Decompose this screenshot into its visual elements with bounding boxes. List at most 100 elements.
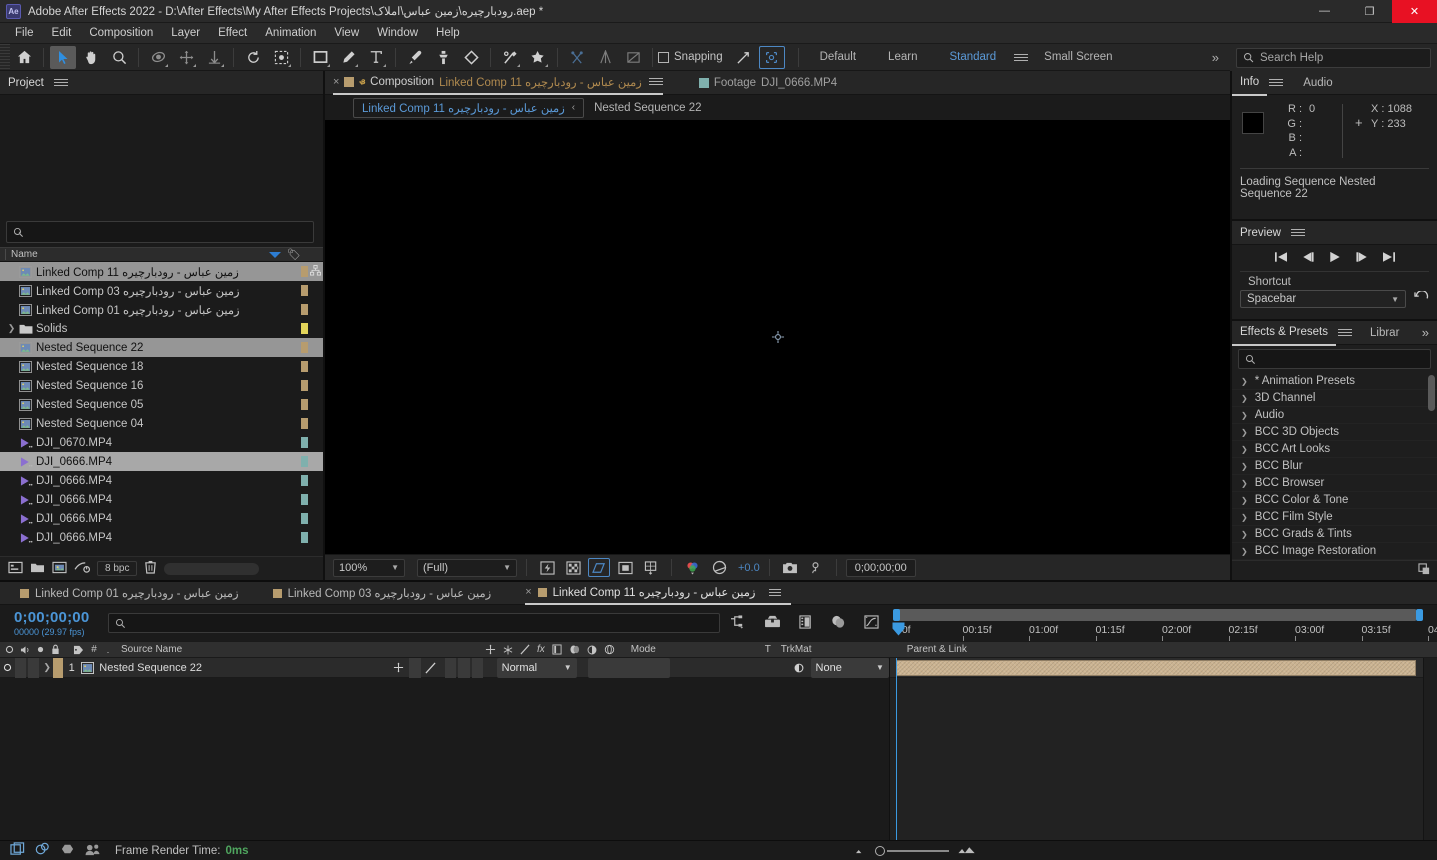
close-tab-icon[interactable]: × [525,586,531,598]
next-frame-icon[interactable] [1355,251,1369,266]
delete-icon[interactable] [144,560,157,577]
parent-link-column-header[interactable]: Parent & Link [897,641,967,658]
menu-window[interactable]: Window [368,23,427,44]
graph-editor-icon[interactable] [864,614,879,632]
collaborate-icon[interactable] [85,843,101,859]
layer-source-name[interactable]: Nested Sequence 22 [95,658,389,678]
snapping-checkbox[interactable] [658,51,669,63]
rigid-mask-icon[interactable] [564,46,590,69]
layer-collapse-switch[interactable] [409,658,421,678]
effects-category-list[interactable]: ❯ * Animation Presets ❯ 3D Channel ❯ Audio ❯ BC… [1232,373,1437,560]
selection-tool-icon[interactable] [50,45,76,69]
project-item-5[interactable]: Nested Sequence 18 [0,357,323,376]
label-color-swatch[interactable] [301,323,308,334]
timeline-tab-2[interactable]: × زمین عباس - رودبارچیره Linked Comp 11 [525,582,792,605]
label-color-swatch[interactable] [301,380,308,391]
graph-toggle-icon[interactable] [60,842,75,859]
rotation-tool-icon[interactable] [240,46,266,69]
hand-tool-icon[interactable] [78,46,104,69]
effects-category-6[interactable]: ❯ BCC Browser [1232,475,1437,492]
close-button[interactable]: ✕ [1392,0,1437,23]
chevron-right-icon[interactable]: ❯ [1241,377,1248,386]
preview-panel-menu-icon[interactable] [1290,229,1305,236]
snapshot-icon[interactable] [779,558,801,577]
composition-viewport[interactable] [325,120,1230,554]
grid-guides-icon[interactable] [640,558,662,577]
workspace-small-screen[interactable]: Small Screen [1028,44,1128,71]
label-color-swatch[interactable] [301,285,308,296]
sort-arrow-icon[interactable] [269,251,281,258]
puppet-pin-tool-icon[interactable] [497,46,523,69]
timeline-search-input[interactable] [108,613,720,633]
layer-shy-switch[interactable] [389,658,407,678]
maximize-button[interactable]: ❐ [1347,0,1392,23]
chevron-right-icon[interactable]: ❯ [1241,513,1248,522]
label-color-swatch[interactable] [301,399,308,410]
shortcut-select[interactable]: Spacebar ▼ [1240,290,1406,308]
workspace-standard[interactable]: Standard [933,44,1012,71]
current-time-indicator[interactable] [892,622,905,636]
first-frame-icon[interactable] [1274,251,1288,266]
label-color-swatch[interactable] [301,532,308,543]
timeline-panel-menu-icon[interactable] [769,588,782,596]
project-item-9[interactable]: DJI_0670.MP4 [0,433,323,452]
project-search-input[interactable] [6,221,314,243]
menu-layer[interactable]: Layer [162,23,209,44]
work-area-bar[interactable] [895,609,1416,621]
region-of-interest-icon[interactable] [588,558,610,577]
zoom-out-timeline-icon[interactable] [853,845,867,857]
effects-category-4[interactable]: ❯ BCC Art Looks [1232,441,1437,458]
layer-motion-blur-switch[interactable] [471,658,484,678]
table-row[interactable]: ❯ 1 Nested Sequence 22 Normal ▼ None ▼ [0,658,889,678]
show-snapshot-icon[interactable] [805,558,827,577]
layer-quality-switch[interactable] [423,658,439,678]
effects-scrollbar[interactable] [1428,375,1435,411]
resolution-select[interactable]: (Full) ▼ [417,558,517,577]
project-item-13[interactable]: DJI_0666.MP4 [0,509,323,528]
workspace-menu-icon[interactable] [1014,53,1029,61]
reset-shortcut-icon[interactable] [1414,290,1429,307]
chevron-right-icon[interactable]: ❯ [1241,479,1248,488]
composition-panel-menu-icon[interactable] [648,78,663,85]
effects-category-2[interactable]: ❯ Audio [1232,407,1437,424]
effects-search-input[interactable] [1238,349,1431,369]
tab-effects-presets[interactable]: Effects & Presets [1232,320,1336,346]
draft-3d-icon[interactable] [764,615,781,632]
work-area-end-handle[interactable] [1416,609,1423,621]
chevron-right-icon[interactable]: ❯ [1241,462,1248,471]
effects-tabs-overflow-icon[interactable]: » [1414,321,1437,345]
effects-category-7[interactable]: ❯ BCC Color & Tone [1232,492,1437,509]
chevron-right-icon[interactable]: ❯ [1241,547,1248,556]
project-item-12[interactable]: DJI_0666.MP4 [0,490,323,509]
zoom-tool-icon[interactable] [106,46,132,69]
timeline-zoom-slider-knob[interactable] [875,845,885,856]
layer-expand-arrow-icon[interactable]: ❯ [41,658,52,678]
label-color-swatch[interactable] [301,361,308,372]
layer-effects-switch[interactable] [445,658,457,678]
tab-libraries[interactable]: Librar [1362,321,1407,345]
composition-canvas[interactable] [325,120,1230,554]
play-icon[interactable] [1328,251,1342,266]
label-color-swatch[interactable] [301,437,308,448]
timeline-tab-0[interactable]: زمین عباس - رودبارچیره Linked Comp 01 [20,582,249,605]
dolly-tool-icon[interactable] [201,46,227,69]
eraser-tool-icon[interactable] [458,46,484,69]
menu-view[interactable]: View [325,23,368,44]
chevron-right-icon[interactable]: ❯ [1241,411,1248,420]
breadcrumb-current[interactable]: زمین عباس - رودبارچیره Linked Comp 11 ‹ [353,97,585,118]
mode-column-header[interactable]: Mode [615,641,765,658]
tab-info[interactable]: Info [1232,70,1268,96]
project-item-2[interactable]: زمین عباس - رودبارچیره Linked Comp 01 [0,300,323,319]
layer-parent-select[interactable]: None ▼ [810,658,889,678]
menu-edit[interactable]: Edit [43,23,81,44]
snapping-toggle[interactable]: Snapping [658,51,723,63]
label-color-swatch[interactable] [301,266,308,277]
clone-stamp-tool-icon[interactable] [430,46,456,69]
tab-project[interactable]: Project [0,71,52,95]
effects-category-1[interactable]: ❯ 3D Channel [1232,390,1437,407]
source-name-column-header[interactable]: Source Name [115,641,485,658]
mask-edit-icon[interactable] [620,46,646,69]
type-tool-icon[interactable] [363,46,389,69]
number-column-header[interactable]: # [87,641,101,658]
new-folder-icon[interactable] [30,561,45,577]
